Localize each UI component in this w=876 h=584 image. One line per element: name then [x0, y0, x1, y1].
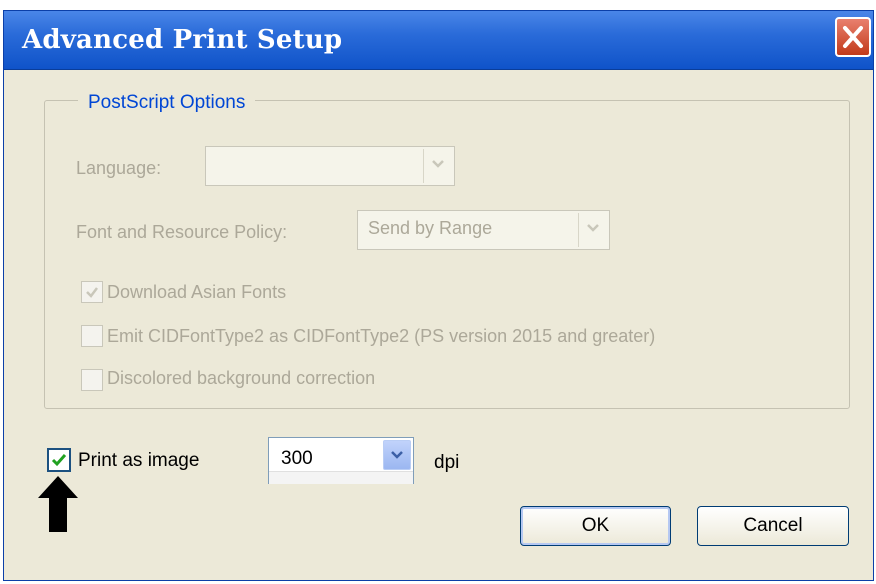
language-dropdown-button[interactable] — [423, 149, 452, 183]
print-as-image-label: Print as image — [78, 450, 200, 471]
emit-cidfonttype2-checkbox[interactable] — [81, 325, 103, 347]
font-policy-select[interactable]: Send by Range — [357, 210, 610, 250]
title-bar[interactable]: Advanced Print Setup — [4, 11, 873, 70]
close-icon — [843, 26, 863, 48]
chevron-down-icon — [391, 451, 403, 459]
language-select[interactable] — [205, 146, 455, 186]
cancel-button[interactable]: Cancel — [697, 506, 849, 546]
emit-cidfonttype2-label: Emit CIDFontType2 as CIDFontType2 (PS ve… — [107, 326, 656, 346]
font-policy-label: Font and Resource Policy: — [76, 222, 288, 242]
dpi-select-underline — [269, 471, 413, 484]
discolored-background-label: Discolored background correction — [107, 368, 376, 388]
dpi-unit-label: dpi — [434, 452, 460, 473]
checkmark-icon — [86, 287, 98, 298]
dpi-select[interactable]: 300 — [268, 437, 414, 484]
checkmark-icon — [51, 454, 67, 467]
up-arrow-icon — [38, 476, 78, 532]
chevron-down-icon — [432, 160, 444, 168]
postscript-options-title: PostScript Options — [78, 92, 256, 114]
chevron-down-icon — [587, 224, 599, 232]
font-policy-dropdown-button[interactable] — [578, 213, 607, 247]
dpi-value: 300 — [281, 448, 313, 469]
print-as-image-checkbox[interactable] — [47, 448, 71, 472]
font-policy-value: Send by Range — [368, 218, 493, 238]
dpi-dropdown-button[interactable] — [383, 440, 411, 470]
download-asian-fonts-label: Download Asian Fonts — [107, 282, 287, 302]
close-button[interactable] — [835, 17, 871, 57]
discolored-background-checkbox[interactable] — [81, 369, 103, 391]
download-asian-fonts-checkbox[interactable] — [81, 281, 103, 303]
language-label: Language: — [76, 158, 162, 178]
ok-button[interactable]: OK — [520, 506, 671, 546]
dialog-title: Advanced Print Setup — [22, 25, 343, 55]
